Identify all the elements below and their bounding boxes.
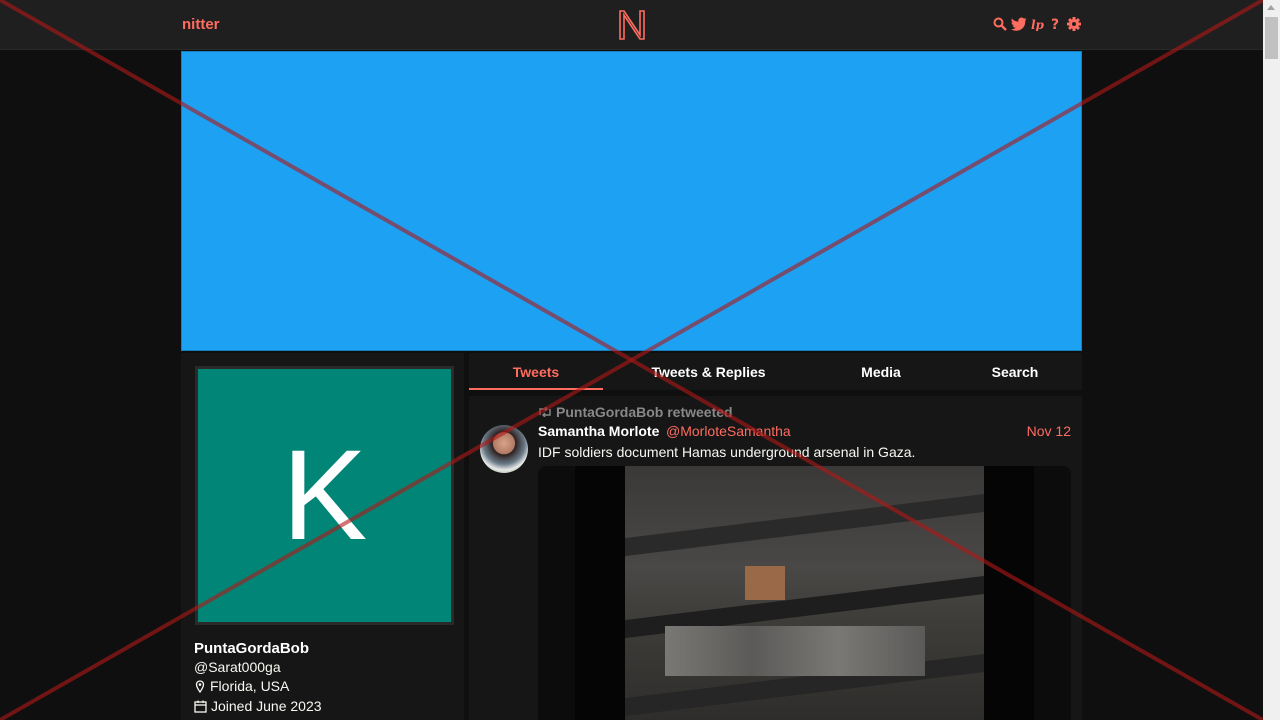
help-icon[interactable]: ? [1049,16,1063,32]
tab-tweets[interactable]: Tweets [469,353,603,390]
video-frame[interactable] [625,466,984,720]
video-box [745,566,785,600]
gear-icon[interactable] [1067,16,1081,32]
tweet-video[interactable] [538,466,1071,720]
tweet-date[interactable]: Nov 12 [1027,423,1071,439]
brand-link[interactable]: nitter [182,16,220,33]
nitter-logo-icon[interactable] [617,8,647,41]
navbar: nitter lp ? [0,0,1263,50]
profile-card: K PuntaGordaBob @Sarat000ga Florida, USA… [181,353,464,720]
liberapay-icon[interactable]: lp [1031,16,1045,32]
tweet-username[interactable]: @MorloteSamantha [666,423,791,439]
tab-tweets-replies[interactable]: Tweets & Replies [603,353,814,390]
profile-avatar[interactable]: K [195,366,454,625]
avatar-letter: K [198,369,451,622]
search-icon[interactable] [993,16,1007,32]
retweet-header: PuntaGordaBob retweeted [538,404,733,420]
scroll-up-arrow-icon[interactable] [1267,5,1275,10]
nav-icons: lp ? [993,16,1081,32]
location-pin-icon [195,679,205,693]
profile-location: Florida, USA [194,678,289,694]
joined-text: Joined June 2023 [211,698,322,714]
svg-text:lp: lp [1031,18,1045,31]
video-letterbox-left [575,466,625,720]
timeline-item[interactable]: PuntaGordaBob retweeted Samantha Morlote… [469,396,1082,720]
page-scrollbar[interactable] [1263,0,1280,720]
tab-media[interactable]: Media [814,353,948,390]
retweet-icon [539,407,551,417]
tweet-fullname[interactable]: Samantha Morlote [538,423,659,439]
tweet-content: IDF soldiers document Hamas underground … [538,444,916,460]
timeline-tabs: Tweets Tweets & Replies Media Search [469,353,1082,390]
twitter-bird-icon[interactable] [1011,16,1027,32]
profile-banner[interactable] [181,51,1082,351]
retweet-header-text: PuntaGordaBob retweeted [556,404,733,420]
profile-fullname[interactable]: PuntaGordaBob [194,640,309,657]
scroll-thumb[interactable] [1265,17,1278,59]
video-cylinders [665,626,925,676]
svg-text:?: ? [1051,17,1059,31]
profile-username[interactable]: @Sarat000ga [194,659,281,675]
video-letterbox-right [984,466,1034,720]
video-shelf [625,492,984,558]
tab-search[interactable]: Search [948,353,1082,390]
location-text: Florida, USA [210,678,290,694]
calendar-icon [194,700,207,713]
tweet-avatar[interactable] [480,425,528,473]
profile-joined: Joined June 2023 [194,698,322,714]
